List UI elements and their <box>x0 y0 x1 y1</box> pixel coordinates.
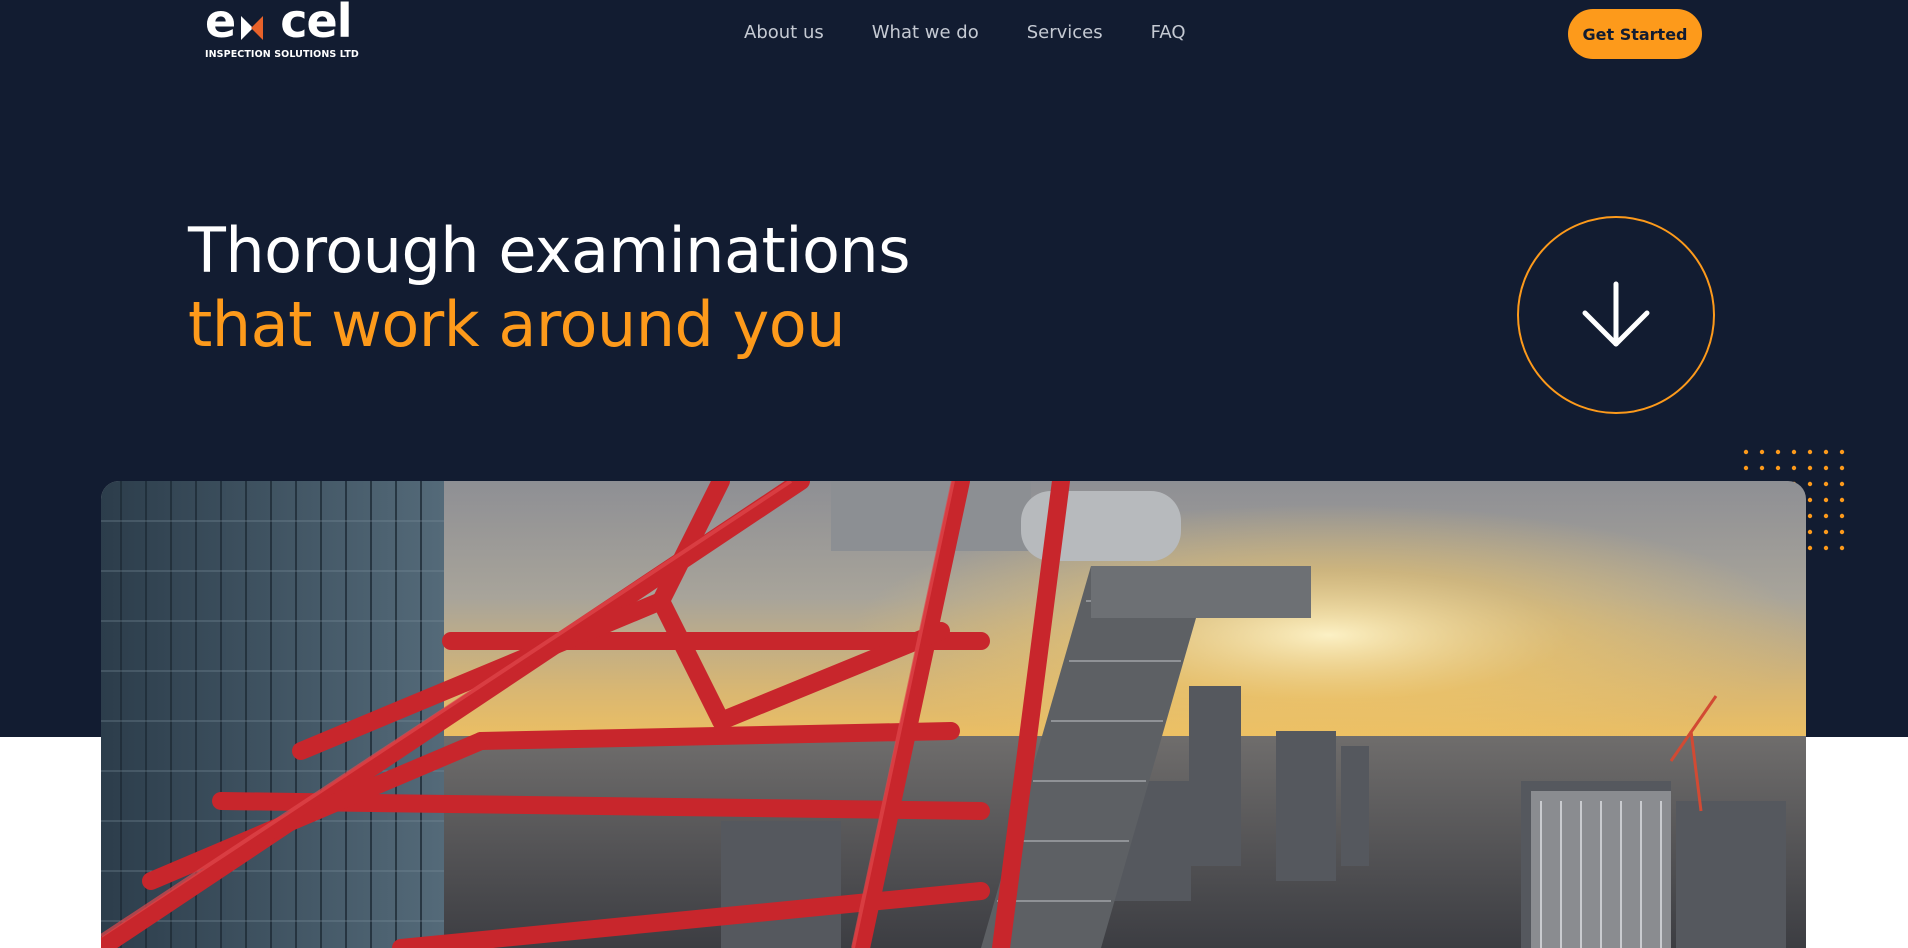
nav-link-about[interactable]: About us <box>744 20 824 46</box>
decoration-dot <box>1791 449 1797 455</box>
hero-photo <box>101 481 1806 948</box>
decoration-dot <box>1807 513 1813 519</box>
decoration-dot <box>1775 449 1781 455</box>
headline-line-2: that work around you <box>188 288 845 361</box>
decoration-dot <box>1823 497 1829 503</box>
decoration-dot <box>1839 481 1845 487</box>
decoration-dot <box>1775 465 1781 471</box>
decoration-dot <box>1807 545 1813 551</box>
main-nav: About us What we do Services FAQ <box>744 20 1234 46</box>
logo[interactable]: e​ cel INSPECTION SOLUTIONS LTD <box>205 0 359 64</box>
crane-cityscape-photo <box>101 481 1806 948</box>
decoration-dot <box>1839 497 1845 503</box>
decoration-dot <box>1807 449 1813 455</box>
decoration-dot <box>1823 513 1829 519</box>
decoration-dot <box>1839 513 1845 519</box>
decoration-dot <box>1807 529 1813 535</box>
arrow-down-icon <box>1582 281 1650 347</box>
decoration-dot <box>1839 545 1845 551</box>
decoration-dot <box>1807 497 1813 503</box>
decoration-dot <box>1807 465 1813 471</box>
decoration-dot <box>1839 465 1845 471</box>
decoration-dot <box>1791 465 1797 471</box>
decoration-dot <box>1823 545 1829 551</box>
logo-subtitle: INSPECTION SOLUTIONS LTD <box>205 49 359 60</box>
decoration-dot <box>1839 449 1845 455</box>
decoration-dot <box>1823 481 1829 487</box>
decoration-dot <box>1823 529 1829 535</box>
nav-link-services[interactable]: Services <box>1027 20 1103 46</box>
hero-headline: Thorough examinations that work around y… <box>188 214 911 362</box>
scroll-down-button[interactable] <box>1517 216 1715 414</box>
get-started-button[interactable]: Get Started <box>1568 9 1702 59</box>
decoration-dot <box>1839 529 1845 535</box>
decoration-dot <box>1759 449 1765 455</box>
decoration-dot <box>1759 465 1765 471</box>
nav-link-faq[interactable]: FAQ <box>1151 20 1186 46</box>
decoration-dot <box>1823 449 1829 455</box>
headline-line-1: Thorough examinations <box>188 214 911 287</box>
decoration-dot <box>1823 465 1829 471</box>
decoration-dot <box>1807 481 1813 487</box>
decoration-dot <box>1743 465 1749 471</box>
logo-x-mark-icon <box>241 16 263 40</box>
decoration-dot <box>1743 449 1749 455</box>
nav-link-what-we-do[interactable]: What we do <box>872 20 979 46</box>
page: e​ cel INSPECTION SOLUTIONS LTD About us… <box>0 0 1908 948</box>
